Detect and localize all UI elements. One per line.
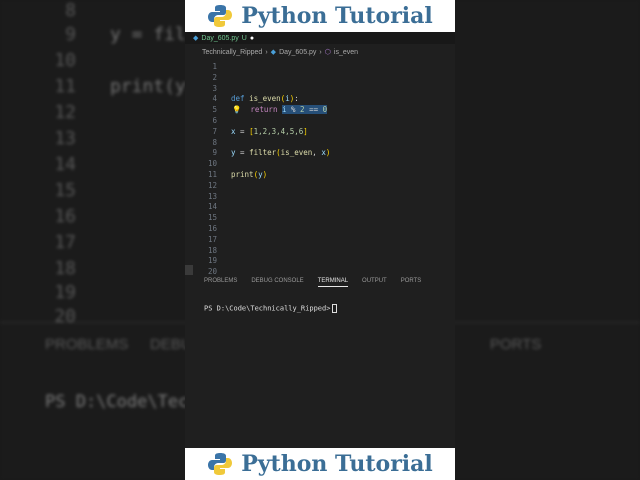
line-number: 18 [207,245,217,255]
line-number: 13 [207,191,217,201]
file-tab[interactable]: ◆ Day_605.py U ● [193,32,254,44]
line-number: 16 [207,224,217,233]
line-number: 10 [207,159,217,169]
line-number: 7 [212,126,217,136]
code-text: def is_even(i): [231,94,299,104]
terminal-prompt: PS D:\Code\Technically_Ripped> [204,304,331,313]
line-number: 9 [212,148,217,158]
python-file-icon: ◆ [193,35,199,42]
code-text: print(y) [231,170,268,179]
code-line[interactable]: 1 [185,62,455,73]
line-number: 15 [207,213,217,223]
code-text: x = [1,2,3,4,5,6] [231,126,308,136]
code-line[interactable]: 5 💡 return i % 2 == 0 [185,105,455,116]
tab-problems[interactable]: PROBLEMS [204,278,237,287]
line-number: 3 [212,83,217,93]
bg-line-number: 17 [54,232,76,253]
panel-tabs: PROBLEMS DEBUG CONSOLE TERMINAL OUTPUT P… [185,278,455,287]
bg-line-number: 20 [54,306,76,327]
bg-line-number: 19 [54,282,76,303]
code-line[interactable]: 20 [185,267,455,274]
code-line[interactable]: 14 [185,202,455,213]
bg-line-number: 11 [54,76,76,97]
line-number: 4 [212,94,217,104]
bg-line-number: 18 [54,258,76,279]
bottom-banner: Python Tutorial [185,448,455,480]
line-number: 2 [212,72,217,82]
code-text: y = filter(is_even, x) [231,148,331,158]
code-line[interactable]: 9 y = filter(is_even, x) [185,148,455,159]
line-number: 20 [207,267,217,274]
line-number: 14 [207,202,217,212]
python-logo-icon [208,5,233,27]
python-file-icon: ◆ [270,49,277,56]
bg-line-number: 13 [54,128,76,149]
code-line[interactable]: 17 [185,235,455,246]
breadcrumb: Technically_Ripped › ◆ Day_605.py › ⬡ is_eve… [202,48,359,57]
line-number: 17 [207,234,217,244]
scrollbar[interactable] [185,265,193,275]
banner-title: Python Tutorial [241,451,433,477]
code-line[interactable]: 8 [185,138,455,149]
bg-code: y = fil [110,24,186,45]
breadcrumb-item[interactable]: Technically_Ripped [202,49,262,56]
code-line[interactable]: 11 print(y) [185,170,455,181]
line-number: 1 [212,62,217,71]
bg-line-number: 12 [54,102,76,123]
bg-line-number: 15 [54,180,76,201]
file-tab-name: Day_605.py [201,34,239,42]
code-line[interactable]: 19 [185,256,455,267]
bg-terminal: PS D:\Code\Tec [45,392,189,412]
banner-title: Python Tutorial [241,3,433,29]
bg-line-number: 16 [54,206,76,227]
code-line[interactable]: 12 [185,181,455,192]
code-line[interactable]: 2 [185,73,455,84]
video-frame: Python Tutorial ◆ Day_605.py U ● Technicall… [185,0,455,480]
line-number: 12 [207,180,217,190]
code-line[interactable]: 3 [185,84,455,95]
code-editor[interactable]: 1 2 3 4 def is_even(i): 5 💡 return i % 2 == 06… [185,60,455,274]
line-number: 6 [212,116,217,125]
file-status: U [241,34,247,42]
line-number: 19 [207,256,217,266]
terminal-cursor [332,304,338,313]
tab-output[interactable]: OUTPUT [362,278,387,287]
code-line[interactable]: 16 [185,224,455,235]
code-line[interactable]: 4 def is_even(i): [185,94,455,105]
code-line[interactable]: 15 [185,213,455,224]
editor-tab-bar: ◆ Day_605.py U ● [185,32,455,44]
bg-line-number: 14 [54,154,76,175]
code-line[interactable]: 18 [185,246,455,257]
code-line[interactable]: 7 x = [1,2,3,4,5,6] [185,127,455,138]
breadcrumb-item[interactable]: Day_605.py [279,49,316,56]
unsaved-dot-icon[interactable]: ● [250,35,254,42]
line-number: 5 [212,105,217,115]
line-number: 11 [207,170,217,179]
tab-ports[interactable]: PORTS [401,278,422,287]
bg-tab: PROBLEMS [45,336,129,353]
bg-line-number: 9 [65,24,76,45]
function-icon: ⬡ [324,49,331,56]
line-number: 8 [212,137,217,147]
bg-tab: PORTS [490,336,542,353]
code-line[interactable]: 13 [185,192,455,203]
code-text: 💡 return i % 2 == 0 [232,105,328,115]
tab-debug-console[interactable]: DEBUG CONSOLE [251,278,303,287]
python-logo-icon [208,453,233,475]
bg-line-number: 8 [65,0,76,21]
terminal[interactable]: PS D:\Code\Technically_Ripped> [204,304,338,313]
breadcrumb-item[interactable]: is_even [334,49,358,56]
code-line[interactable]: 6 [185,116,455,127]
bg-line-number: 10 [54,50,76,71]
code-line[interactable]: 10 [185,159,455,170]
tab-terminal[interactable]: TERMINAL [317,278,349,287]
top-banner: Python Tutorial [185,0,455,32]
bg-code: print(y [110,76,186,97]
